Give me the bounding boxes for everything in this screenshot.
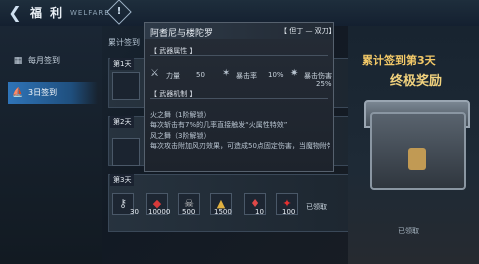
calendar-icon: ▦ [13, 56, 23, 66]
boat-icon: ⛵ [12, 88, 24, 98]
sidebar-item-label: 3日签到 [28, 88, 58, 97]
stat-value: 10% [268, 71, 284, 79]
reward-slot[interactable] [112, 138, 140, 166]
banner-subtitle: 终极奖励 [390, 74, 443, 89]
reward-slot[interactable] [112, 72, 140, 100]
day-label: 第3天 [110, 174, 135, 186]
banner-claimed-status: 已领取 [398, 227, 419, 235]
mechanic-text: 火之舞（1阶解锁） [150, 111, 211, 119]
sword-icon: ⚔ [150, 68, 159, 79]
reward-count: 30 [130, 208, 139, 216]
help-icon: ! [116, 6, 122, 17]
reward-count: 500 [182, 208, 196, 216]
reward-count: 100 [282, 208, 296, 216]
stat-value: 25% [316, 80, 332, 88]
sidebar-item-label: 每月签到 [28, 56, 60, 65]
day-label: 第1天 [110, 58, 135, 70]
item-name: 阿耆尼与楼陀罗 [150, 29, 214, 39]
sidebar-item-monthly[interactable]: ▦ 每月签到 [8, 50, 98, 72]
crit-damage-icon: ✷ [290, 68, 299, 79]
banner-title: 累计签到第3天 [362, 54, 436, 67]
stat-label: 暴击率 [236, 72, 257, 80]
stat-label: 力量 [166, 72, 180, 80]
mechanic-text: 风之舞（3阶解锁） [150, 132, 211, 140]
divider [150, 55, 328, 56]
reward-count: 1500 [214, 208, 232, 216]
claimed-status: 已领取 [306, 203, 327, 211]
panel-title: 累计签到 [108, 38, 140, 47]
lock-icon [408, 148, 426, 170]
crit-icon: ✶ [222, 68, 231, 79]
reward-count: 10000 [148, 208, 171, 216]
reward-count: 10 [255, 208, 264, 216]
sidebar-item-3day[interactable]: ⛵ 3日签到 [8, 82, 98, 104]
day-label: 第2天 [110, 116, 135, 128]
mechanic-text: 每次攻击附加风刃效果，可造成50点固定伤害，当魔物附带风 [150, 142, 330, 150]
page-title-en: WELFARE [70, 9, 110, 17]
divider [150, 98, 328, 99]
back-arrow-icon[interactable]: ❮ [4, 3, 26, 23]
page-title: 福 利 [30, 6, 65, 20]
stat-value: 50 [196, 71, 205, 79]
mechanic-text: 每次斩击有7%的几率直接触发“火属性特效” [150, 121, 288, 129]
item-type: 【 但丁 — 双刀】 [280, 27, 336, 35]
